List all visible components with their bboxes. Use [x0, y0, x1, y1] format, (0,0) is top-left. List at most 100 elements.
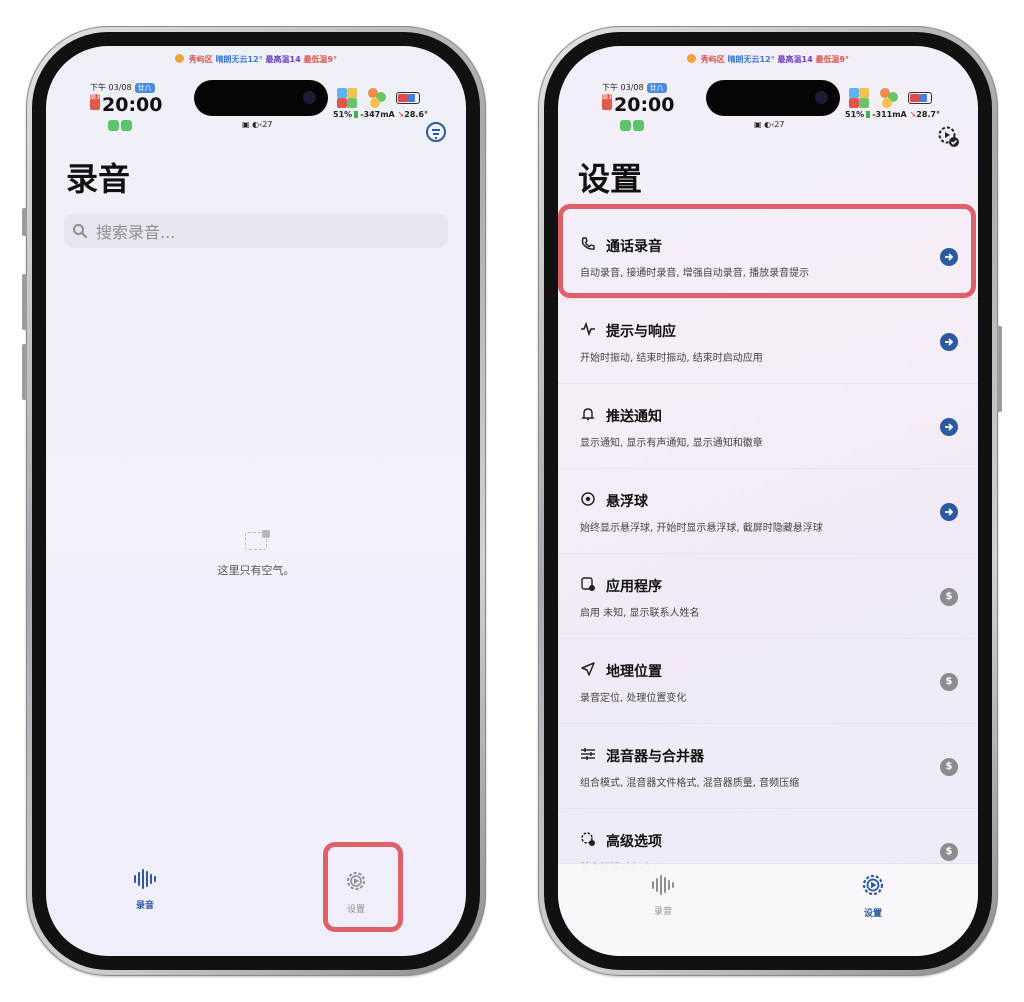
bezel: 秀屿区 晴朗无云12° 最高温14 最低温9° 下午 03/08 廿八 周五20:…: [32, 32, 480, 970]
weather-status: 秀屿区 晴朗无云12° 最高温14 最低温9°: [46, 54, 466, 65]
tab-label: 设置: [863, 909, 882, 919]
call-recording-highlight: [558, 204, 976, 298]
empty-state: 这里只有空气。: [46, 530, 466, 578]
settings-row-applications[interactable]: 应用程序 启用 未知, 显示联系人姓名 $: [558, 554, 978, 639]
app-badge-icon: [121, 120, 132, 131]
empty-state-text: 这里只有空气。: [217, 564, 295, 577]
settings-gear-icon: [862, 874, 884, 896]
pinwheel-icon: [848, 88, 869, 108]
waveform-icon: [652, 875, 674, 895]
premium-coin-icon: $: [940, 843, 958, 861]
settings-row-feedback[interactable]: 提示与响应 开始时振动, 结束时振动, 结束时启动应用: [558, 299, 978, 384]
settings-check-icon[interactable]: [936, 124, 960, 148]
search-bar[interactable]: [64, 214, 448, 250]
page-title: 设置: [578, 160, 643, 198]
row-description: 显示通知, 显示有声通知, 显示通知和徽章: [580, 438, 763, 449]
row-title: 地理位置: [606, 664, 662, 680]
charge-icon: [354, 111, 359, 118]
settings-list: 通话录音 自动录音, 接通时录音, 增强自动录音, 播放录音提示 提示与响应 开…: [558, 214, 978, 894]
tab-label: 录音: [135, 901, 154, 911]
pinwheel-icon: [878, 88, 899, 108]
sub-status: ▣ ◐‹27: [242, 120, 273, 129]
row-description: 组合模式, 混音器文件格式, 混音器质量, 音频压缩: [580, 778, 800, 789]
pinwheel-icon: [366, 88, 387, 108]
moon-icon: [174, 54, 184, 63]
weather-low: 最低温9°: [303, 55, 338, 64]
tab-label: 录音: [653, 907, 672, 917]
row-description: 始终显示悬浮球, 开始时显示悬浮球, 截屏时隐藏悬浮球: [580, 523, 823, 534]
weekday-tag: 周五: [90, 94, 102, 110]
action-button: [22, 208, 27, 236]
clock-time: 20:00: [102, 94, 163, 116]
clock-row: 周五20:00: [602, 94, 674, 116]
settings-row-location[interactable]: 地理位置 录音定位, 处理位置变化 $: [558, 639, 978, 724]
row-title: 混音器与合并器: [606, 749, 704, 765]
power-button: [997, 326, 1002, 412]
tab-settings[interactable]: 设置: [838, 872, 908, 919]
dynamic-island: [706, 80, 840, 116]
app-badge-icon: [620, 120, 631, 131]
settings-row-floating-ball[interactable]: 悬浮球 始终显示悬浮球, 开始时显示悬浮球, 截屏时隐藏悬浮球: [558, 469, 978, 554]
sliders-icon: [581, 748, 595, 760]
premium-coin-icon: $: [940, 673, 958, 691]
bell-icon: [581, 408, 595, 421]
arrow-right-icon: [940, 333, 958, 351]
battery-percent: 51%: [333, 110, 353, 119]
date-row: 下午 03/08 廿八: [602, 82, 667, 93]
weather-location: 秀屿区: [188, 55, 213, 64]
settings-row-notifications[interactable]: 推送通知 显示通知, 显示有声通知, 显示通知和徽章: [558, 384, 978, 469]
app-badge-icon: [633, 120, 644, 131]
clock-time: 20:00: [614, 94, 675, 116]
pinwheel-icon: [336, 88, 357, 108]
battery-row: 51% -347mA ↘28.6°: [333, 110, 428, 119]
page-title: 录音: [66, 160, 131, 198]
app-badge-icon: [108, 120, 119, 131]
recordings-screen: 秀屿区 晴朗无云12° 最高温14 最低温9° 下午 03/08 廿八 周五20:…: [46, 46, 466, 956]
pulse-icon: [581, 321, 595, 337]
moon-icon: [686, 54, 696, 63]
lunar-badge: 廿八: [134, 83, 155, 93]
left-phone-frame: 秀屿区 晴朗无云12° 最高温14 最低温9° 下午 03/08 廿八 周五20:…: [22, 26, 486, 976]
weather-status: 秀屿区 晴朗无云12° 最高温14 最低温9°: [558, 54, 978, 65]
advanced-gear-icon: [581, 832, 595, 846]
waveform-icon: [134, 869, 156, 889]
weather-text: 晴朗无云12°: [215, 55, 263, 64]
battery-percent: 51%: [845, 110, 865, 119]
row-title: 提示与响应: [606, 324, 676, 340]
settings-row-mixer[interactable]: 混音器与合并器 组合模式, 混音器文件格式, 混音器质量, 音频压缩 $: [558, 724, 978, 809]
settings-screen: 秀屿区 晴朗无云12° 最高温14 最低温9° 下午 03/08 廿八 周五20:…: [558, 46, 978, 956]
tab-recordings[interactable]: 录音: [110, 868, 180, 911]
weather-low: 最低温9°: [815, 55, 850, 64]
row-title: 推送通知: [606, 409, 662, 425]
filter-menu-icon[interactable]: [426, 122, 446, 142]
battery-icon: [908, 92, 932, 104]
target-icon: [581, 492, 595, 506]
battery-row: 51% -311mA ↘28.7°: [845, 110, 940, 119]
search-icon: [73, 224, 87, 238]
date-row: 下午 03/08 廿八: [90, 82, 155, 93]
weather-location: 秀屿区: [700, 55, 725, 64]
camera-icon: [303, 91, 316, 104]
battery-temperature: 28.6°: [404, 110, 428, 119]
date-text: 下午 03/08: [602, 83, 644, 92]
weather-high: 最高温14: [777, 55, 813, 64]
weather-text: 晴朗无云12°: [727, 55, 775, 64]
date-text: 下午 03/08: [90, 83, 132, 92]
charge-icon: [866, 111, 871, 118]
battery-current: -311mA: [872, 110, 907, 119]
tab-recordings[interactable]: 录音: [628, 874, 698, 917]
premium-coin-icon: $: [940, 758, 958, 776]
battery-icon: [396, 92, 420, 104]
camera-icon: [815, 91, 828, 104]
arrow-right-icon: [940, 503, 958, 521]
settings-tab-highlight: [323, 842, 403, 932]
row-description: 开始时振动, 结束时振动, 结束时启动应用: [580, 353, 763, 364]
row-description: 启用 未知, 显示联系人姓名: [580, 608, 700, 619]
location-icon: [581, 662, 595, 676]
bezel: 秀屿区 晴朗无云12° 最高温14 最低温9° 下午 03/08 廿八 周五20:…: [544, 32, 992, 970]
search-input[interactable]: [94, 214, 398, 250]
row-title: 高级选项: [606, 834, 662, 850]
row-description: 录音定位, 处理位置变化: [580, 693, 687, 704]
mini-app-icons: [620, 116, 646, 135]
battery-temperature: 28.7°: [916, 110, 940, 119]
